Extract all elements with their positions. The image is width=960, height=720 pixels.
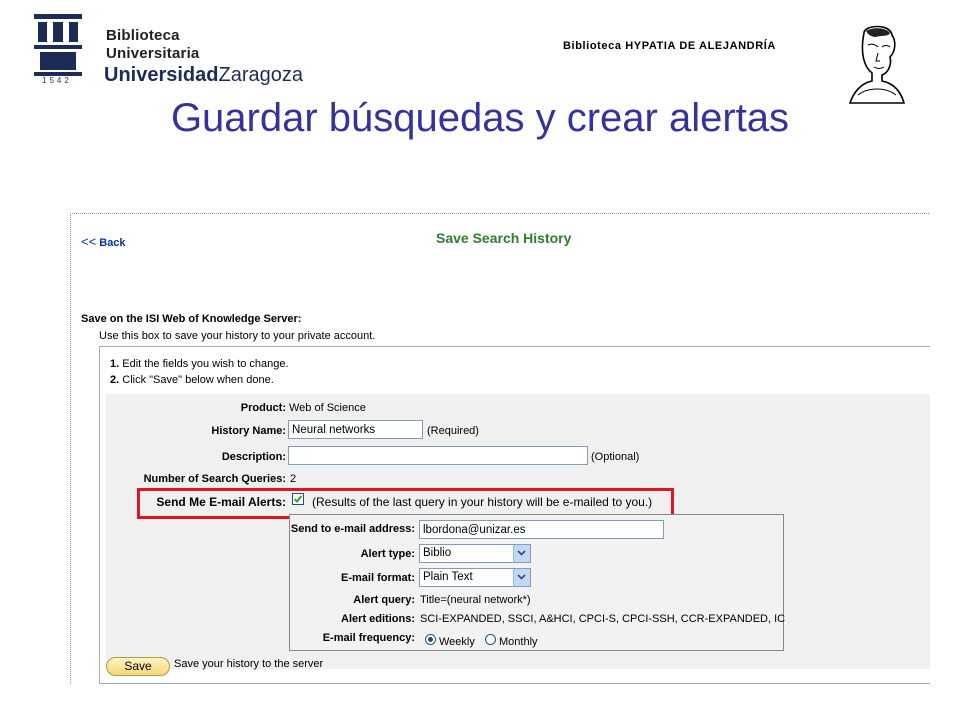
email-format-value: Plain Text bbox=[423, 571, 473, 583]
chevron-down-icon bbox=[517, 574, 526, 580]
alert-editions-value: SCI-EXPANDED, SSCI, A&HCI, CPCI-S, CPCI-… bbox=[420, 613, 786, 625]
alert-type-value: Biblio bbox=[423, 547, 452, 559]
history-name-input[interactable]: Neural networks bbox=[288, 420, 423, 439]
save-description: Save your history to the server bbox=[174, 658, 324, 670]
alert-type-select[interactable]: Biblio bbox=[419, 544, 531, 563]
back-arrows: << bbox=[81, 234, 97, 249]
back-link[interactable]: << Back bbox=[81, 234, 126, 249]
save-button[interactable]: Save bbox=[106, 657, 170, 676]
use-box-text: Use this box to save your history to you… bbox=[99, 330, 376, 342]
frequency-monthly-radio[interactable] bbox=[485, 634, 496, 645]
email-format-select[interactable]: Plain Text bbox=[419, 568, 531, 587]
logo-year: 1542 bbox=[42, 76, 72, 85]
logo-line-universidad: UniversidadZaragoza bbox=[104, 64, 303, 87]
alert-type-dropdown-arrow[interactable] bbox=[513, 545, 530, 562]
chevron-down-icon bbox=[517, 550, 526, 556]
product-value: Web of Science bbox=[289, 402, 366, 414]
description-note: (Optional) bbox=[591, 451, 640, 463]
description-input[interactable] bbox=[288, 446, 588, 465]
history-name-label: History Name: bbox=[211, 425, 286, 437]
instruction-2: 2. Click "Save" below when done. bbox=[110, 374, 274, 386]
instruction-1-text: Edit the fields you wish to change. bbox=[122, 358, 289, 370]
alert-type-label: Alert type: bbox=[360, 548, 415, 560]
history-name-note: (Required) bbox=[427, 425, 479, 437]
frequency-monthly-label: Monthly bbox=[499, 636, 538, 648]
instruction-2-num: 2. bbox=[110, 374, 120, 386]
product-label: Product: bbox=[240, 402, 286, 414]
instruction-1: 1. Edit the fields you wish to change. bbox=[110, 358, 289, 370]
alert-settings-box: Send to e-mail address: lbordona@unizar.… bbox=[289, 514, 786, 651]
hypatia-portrait-icon bbox=[848, 25, 906, 104]
panel-heading: Save Search History bbox=[436, 230, 572, 246]
description-label: Description: bbox=[221, 451, 286, 463]
logo-zaragoza: Zaragoza bbox=[218, 64, 303, 86]
slide-title: Guardar búsquedas y crear alertas bbox=[170, 96, 790, 140]
library-name: Biblioteca HYPATIA DE ALEJANDRÍA bbox=[563, 40, 776, 52]
alert-query-label: Alert query: bbox=[353, 594, 415, 606]
num-queries-value: 2 bbox=[290, 473, 297, 485]
logo-universidad-bold: Universidad bbox=[104, 64, 219, 86]
num-queries-label: Number of Search Queries: bbox=[143, 473, 286, 485]
email-address-input[interactable]: lbordona@unizar.es bbox=[419, 520, 664, 539]
email-frequency-label: E-mail frequency: bbox=[322, 632, 415, 644]
email-format-label: E-mail format: bbox=[341, 572, 415, 584]
email-address-label: Send to e-mail address: bbox=[290, 523, 415, 535]
instruction-1-num: 1. bbox=[110, 358, 120, 370]
instruction-2-text: Click "Save" below when done. bbox=[122, 374, 274, 386]
frequency-weekly-radio[interactable] bbox=[425, 634, 436, 645]
logo-line-biblioteca: Biblioteca bbox=[106, 27, 180, 44]
alert-editions-label: Alert editions: bbox=[341, 613, 415, 625]
save-on-label: Save on the ISI Web of Knowledge Server: bbox=[81, 313, 302, 325]
frequency-weekly-label: Weekly bbox=[439, 636, 475, 648]
back-label: Back bbox=[99, 237, 126, 249]
logo-line-universitaria: Universitaria bbox=[106, 45, 200, 62]
alert-query-value: Title=(neural network*) bbox=[420, 594, 531, 606]
email-format-dropdown-arrow[interactable] bbox=[513, 569, 530, 586]
